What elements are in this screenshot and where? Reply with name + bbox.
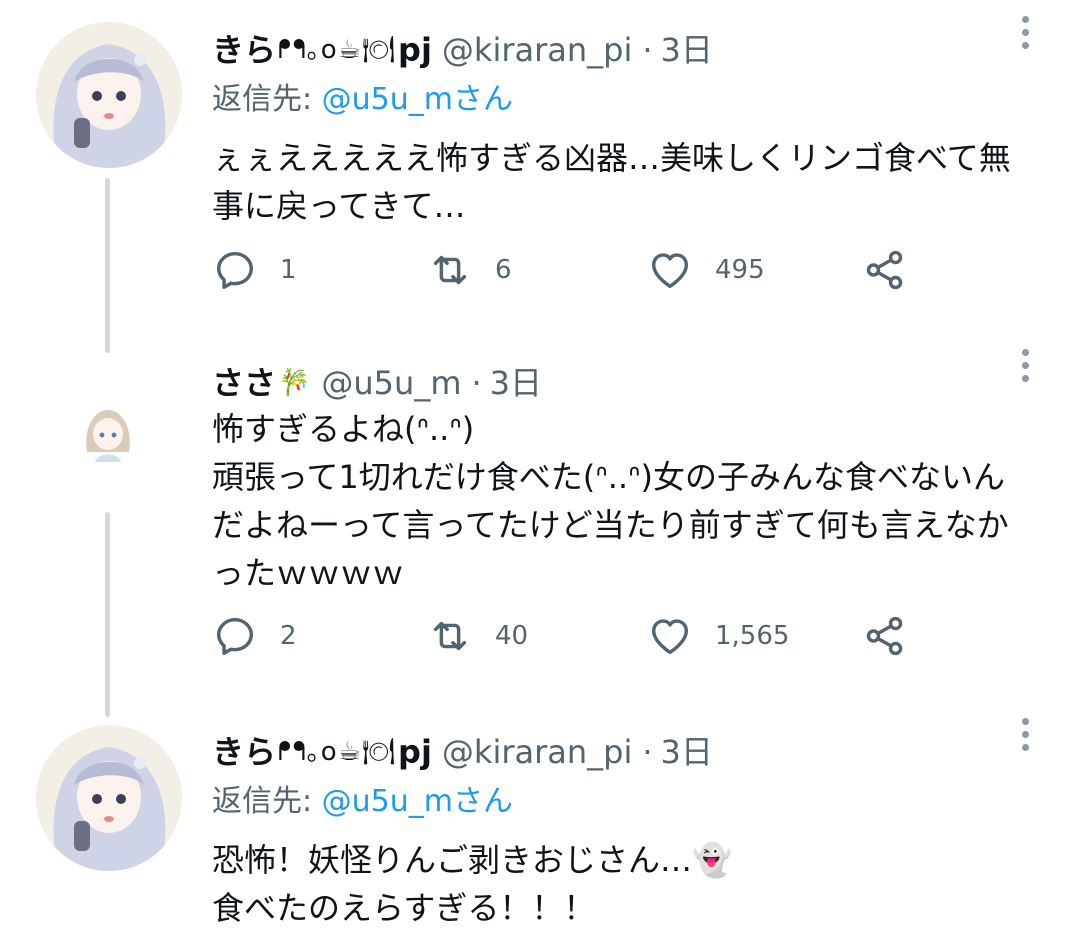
tweet-actions: 2 40 1,565 xyxy=(212,611,932,661)
separator-dot: · xyxy=(642,733,653,771)
share-icon xyxy=(866,616,903,656)
reply-to-prefix: 返信先: xyxy=(212,82,313,117)
retweet-count: 40 xyxy=(495,621,529,651)
reply-icon xyxy=(216,617,254,655)
reply-count: 2 xyxy=(280,621,297,651)
reply-to: 返信先: @u5u_mさん xyxy=(212,782,1040,822)
tweet-text: ぇぇえええええ怖すぎる凶器…美味しくリンゴ食べて無 事に戻ってきて… xyxy=(212,134,1040,230)
tweet-header: ささ 🎋 @u5u_m · 3日 xyxy=(212,363,1040,403)
user-handle[interactable]: @kiraran_pi xyxy=(442,732,632,772)
tweet-text-line: だよねーって言ってたけど当たり前すぎて何も言えなか xyxy=(212,506,1009,544)
more-icon[interactable] xyxy=(1010,345,1040,385)
separator-dot: · xyxy=(642,31,653,69)
retweet-count: 6 xyxy=(495,255,512,285)
reply-button[interactable]: 2 xyxy=(212,613,297,659)
like-count: 1,565 xyxy=(715,621,790,651)
display-name[interactable]: きら xyxy=(212,732,276,772)
reply-to-mention[interactable]: @u5u_mさん xyxy=(322,784,513,819)
retweet-button[interactable]: 40 xyxy=(427,613,528,659)
retweet-button[interactable]: 6 xyxy=(427,247,512,293)
tweet-header: きら ᖰᖳ｡o☕🍽 pj @kiraran_pi · 3日 xyxy=(212,30,1040,70)
reply-to: 返信先: @u5u_mさん xyxy=(212,80,1040,120)
reply-count: 1 xyxy=(280,255,297,285)
display-name[interactable]: きら xyxy=(212,30,276,70)
user-handle[interactable]: @u5u_m xyxy=(321,363,461,403)
name-emoji: ᖰᖳ｡o☕🍽 xyxy=(278,35,397,65)
reply-to-mention[interactable]: @u5u_mさん xyxy=(322,82,513,117)
reply-icon xyxy=(216,251,254,289)
like-button[interactable]: 1,565 xyxy=(647,613,789,659)
like-count: 495 xyxy=(715,255,765,285)
more-icon[interactable] xyxy=(1010,12,1040,52)
retweet-icon xyxy=(433,255,467,285)
more-icon[interactable] xyxy=(1010,714,1040,754)
share-button[interactable] xyxy=(862,613,908,659)
timestamp[interactable]: 3日 xyxy=(661,30,713,70)
tweet-text-line: ったｗｗｗｗ xyxy=(212,554,405,592)
name-emoji: 🎋 xyxy=(278,368,312,398)
user-handle[interactable]: @kiraran_pi xyxy=(442,30,632,70)
timestamp[interactable]: 3日 xyxy=(661,732,713,772)
tweet[interactable]: きら ᖰᖳ｡o☕🍽 pj @kiraran_pi · 3日 返信先: @u5u_… xyxy=(212,15,1040,230)
tweet-text: 恐怖！妖怪りんご剥きおじさん…👻 食べたのえらすぎる！！！ xyxy=(212,836,1040,932)
name-emoji-tail: pj xyxy=(398,31,432,69)
timestamp[interactable]: 3日 xyxy=(490,363,542,403)
retweet-icon xyxy=(433,621,467,651)
tweet-text-line: 事に戻ってきて… xyxy=(212,187,466,225)
avatar[interactable] xyxy=(75,402,141,468)
tweet-actions: 1 6 495 xyxy=(212,245,932,295)
name-emoji: ᖰᖳ｡o☕🍽 xyxy=(278,737,397,767)
tweet-text-line: 恐怖！妖怪りんご剥きおじさん…👻 xyxy=(212,841,732,879)
tweet-header: きら ᖰᖳ｡o☕🍽 pj @kiraran_pi · 3日 xyxy=(212,732,1040,772)
share-button[interactable] xyxy=(862,247,908,293)
separator-dot: · xyxy=(471,364,482,402)
like-button[interactable]: 495 xyxy=(647,247,765,293)
tweet-text-line: 頑張って1切れだけ食べた(ᐢ..ᐢ)女の子みんな食べないん xyxy=(212,458,1005,496)
like-icon xyxy=(651,253,689,289)
avatar[interactable] xyxy=(36,22,182,168)
tweet-text-line: ぇぇえええええ怖すぎる凶器…美味しくリンゴ食べて無 xyxy=(212,139,1011,177)
share-icon xyxy=(866,250,903,290)
tweet-text-line: 食べたのえらすぎる！！！ xyxy=(212,889,596,927)
reply-to-prefix: 返信先: xyxy=(212,784,313,819)
display-name[interactable]: ささ xyxy=(212,363,276,403)
tweet[interactable]: きら ᖰᖳ｡o☕🍽 pj @kiraran_pi · 3日 返信先: @u5u_… xyxy=(212,717,1040,932)
avatar[interactable] xyxy=(36,725,182,871)
tweet[interactable]: ささ 🎋 @u5u_m · 3日 怖すぎるよね(ᐢ..ᐢ) 頑張って1切れだけ食… xyxy=(212,348,1040,597)
like-icon xyxy=(651,619,689,655)
reply-button[interactable]: 1 xyxy=(212,247,297,293)
name-emoji-tail: pj xyxy=(398,733,432,771)
tweet-text-line: 怖すぎるよね(ᐢ..ᐢ) xyxy=(212,410,475,448)
thread-line xyxy=(105,512,110,717)
thread-line xyxy=(105,178,110,353)
tweet-text: 怖すぎるよね(ᐢ..ᐢ) 頑張って1切れだけ食べた(ᐢ..ᐢ)女の子みんな食べな… xyxy=(212,405,1040,597)
